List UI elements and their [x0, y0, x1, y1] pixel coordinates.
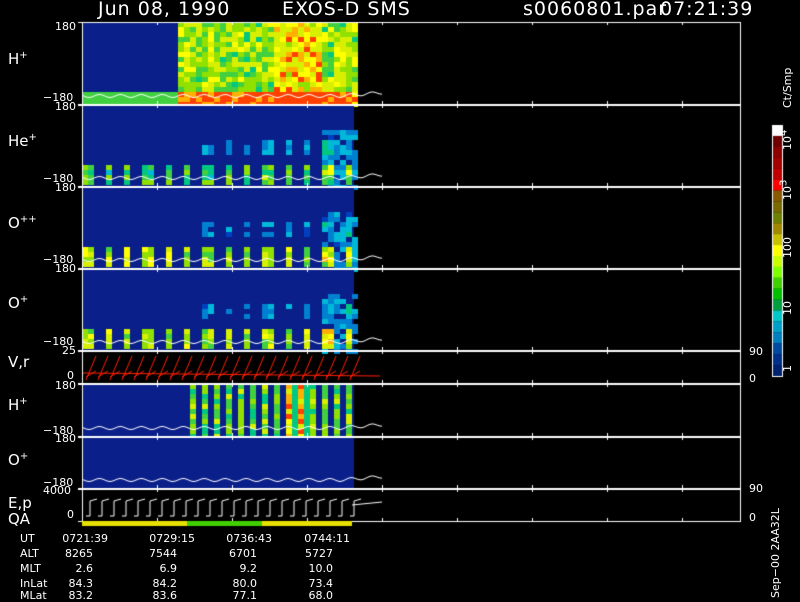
- panel-label-he-plus: He+: [8, 132, 37, 150]
- ytick-top: 180: [55, 379, 76, 392]
- table-cell: 6701: [229, 547, 257, 560]
- panel-label-qa: QA: [8, 510, 31, 528]
- ytick-top: 180: [55, 20, 76, 33]
- right-ytick-bottom: 0: [749, 511, 756, 524]
- table-cell: 8265: [65, 547, 93, 560]
- colorbar-tick-100: 100: [781, 237, 794, 258]
- panel-label-ep: E,p: [8, 494, 32, 512]
- table-cell: 10.0: [308, 562, 334, 575]
- panel-label-o-plusplus: O++: [8, 214, 37, 232]
- table-cell: 6.9: [159, 562, 178, 575]
- ytick-top: 180: [55, 262, 76, 275]
- plot-date: Jun 08, 1990: [98, 0, 231, 20]
- panel-label-h-plus: H+: [8, 50, 28, 68]
- panel-label-vr: V,r: [8, 353, 30, 371]
- file-name: s0060801.par: [523, 0, 668, 20]
- colorbar-tick-10-3: 103: [778, 179, 794, 200]
- table-cell: 7544: [149, 547, 177, 560]
- mission-name: EXOS-D SMS: [282, 0, 411, 20]
- right-ytick-top: 90: [749, 345, 763, 358]
- colorbar-tick-10-4: 104: [778, 129, 794, 150]
- panel-label-o-plus-2: O+: [8, 451, 29, 469]
- table-cell: 2.6: [75, 562, 94, 575]
- table-cell: 83.6: [152, 589, 178, 602]
- ytick-top: 180: [55, 100, 76, 113]
- table-cell: 0721:39: [62, 532, 108, 545]
- panel-label-h-plus-2: H+: [8, 396, 28, 414]
- table-cell: 0736:43: [226, 532, 272, 545]
- colorbar-tick-10: 10: [781, 301, 794, 315]
- table-cell: 80.0: [232, 577, 258, 590]
- panel-label-o-plus: O+: [8, 294, 29, 312]
- table-cell: 68.0: [308, 589, 334, 602]
- ytick-top: 4000: [43, 484, 71, 497]
- table-cell: 77.1: [232, 589, 258, 602]
- colorbar-tick-1: 1: [781, 365, 794, 372]
- table-cell: 9.2: [239, 562, 258, 575]
- table-cell: 0744:11: [304, 532, 350, 545]
- ytick-top: 180: [55, 432, 76, 445]
- right-ytick-top: 90: [749, 482, 763, 495]
- right-ytick-bottom: 0: [749, 372, 756, 385]
- table-cell: 84.2: [152, 577, 178, 590]
- footer-stamp: Sep−00 2AA32L: [769, 508, 782, 598]
- table-cell: 84.3: [68, 577, 94, 590]
- ytick-bottom: 0: [67, 508, 74, 521]
- table-cell: 83.2: [68, 589, 94, 602]
- table-row-label: UT: [20, 532, 35, 545]
- start-time: 07:21:39: [660, 0, 754, 20]
- ytick-top: 180: [55, 181, 76, 194]
- table-cell: 0729:15: [149, 532, 195, 545]
- spectrogram-plot: [0, 0, 800, 600]
- table-cell: 73.4: [308, 577, 334, 590]
- table-cell: 5727: [305, 547, 333, 560]
- ytick-top: 25: [62, 344, 76, 357]
- colorbar-unit: Ct/Smp: [781, 67, 794, 108]
